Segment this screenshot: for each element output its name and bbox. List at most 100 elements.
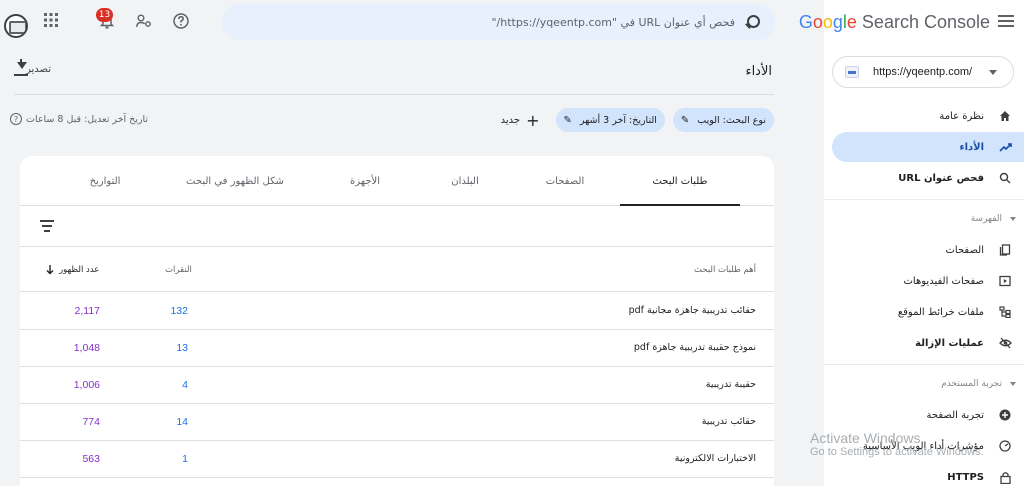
table-row[interactable]: حقائب تدريبية جاهزة مجانية pdf 132 2,117 (20, 293, 774, 330)
sidebar-item-page-experience[interactable]: تجربة الصفحة (834, 400, 1024, 430)
sidebar-item-video-pages[interactable]: صفحات الفيديوهات (834, 266, 1024, 296)
gauge-icon (998, 439, 1012, 453)
sidebar-item-pages[interactable]: الصفحات (834, 235, 1024, 265)
collapse-caret-icon (1010, 382, 1016, 386)
search-console-logo[interactable]: Google Search Console (799, 12, 990, 33)
sidebar-divider (824, 199, 1024, 200)
sidebar-divider (824, 364, 1024, 365)
url-inspection-search[interactable]: فحص أي عنوان URL في "https://yqeentp.com… (222, 4, 775, 40)
impressions-cell: 563 (82, 453, 100, 465)
plus-circle-icon (998, 408, 1012, 422)
impressions-cell: 1,048 (73, 342, 100, 354)
table-row[interactable]: حقيبة تدريبية 4 1,006 (20, 367, 774, 404)
search-type-filter-chip[interactable]: نوع البحث: الويب ✎ (672, 108, 774, 132)
chip-label: التاريخ: آخر 3 أشهر (579, 114, 657, 126)
clicks-cell: 132 (170, 305, 188, 317)
collapse-caret-icon (1010, 217, 1016, 221)
export-label: تصدير (26, 63, 52, 75)
sidebar-item-label: صفحات الفيديوهات (903, 275, 984, 287)
section-header-label: تجربة المستخدم (941, 379, 1002, 389)
sitemap-icon (998, 305, 1012, 319)
dimension-tabs: طلبات البحث الصفحات البلدان الأجهزة شكل … (20, 156, 774, 206)
new-filter-label: جديد (500, 114, 521, 126)
sidebar-item-overview[interactable]: نظرة عامة (834, 101, 1024, 131)
impressions-cell: 2,117 (74, 305, 101, 317)
tab-countries[interactable]: البلدان (415, 156, 515, 206)
sidebar-item-label: نظرة عامة (939, 110, 984, 122)
sidebar-item-label: الأداء (959, 141, 984, 153)
clicks-cell: 4 (182, 379, 188, 391)
sort-down-arrow-icon (46, 265, 54, 275)
column-header-clicks[interactable]: النقرات (165, 265, 192, 275)
filter-list-icon[interactable] (40, 220, 54, 232)
tab-queries[interactable]: طلبات البحث (620, 156, 740, 206)
sidebar: Google Search Console https://yqeentp.co… (799, 0, 1024, 486)
section-header-indexing[interactable]: الفهرسة (834, 209, 1024, 229)
performance-table-card: طلبات البحث الصفحات البلدان الأجهزة شكل … (20, 156, 774, 486)
title-divider (14, 94, 774, 95)
avatar[interactable] (4, 14, 28, 38)
sidebar-item-label: ملفات خرائط الموقع (897, 306, 984, 318)
home-icon (998, 109, 1012, 123)
eye-off-icon (998, 336, 1012, 350)
edit-pencil-icon: ✎ (680, 114, 690, 126)
query-cell: حقائب تدريبية (701, 416, 756, 427)
query-cell: الاختبارات الالكترونية (674, 453, 756, 464)
sidebar-item-performance[interactable]: الأداء (832, 132, 1024, 162)
tab-pages[interactable]: الصفحات (505, 156, 625, 206)
sidebar-item-label: الصفحات (945, 244, 984, 256)
export-button[interactable]: تصدير (14, 59, 59, 76)
logo-product-name: Search Console (861, 12, 990, 32)
table-row[interactable]: حقائب تدريبية 14 774 (20, 404, 774, 441)
clicks-cell: 14 (176, 416, 188, 428)
sidebar-item-label: تجربة الصفحة (926, 409, 984, 421)
column-header-impressions[interactable]: عدد الظهور (46, 265, 99, 275)
new-filter-button[interactable]: + جديد (501, 111, 540, 130)
lock-icon (998, 470, 1012, 484)
chip-label: نوع البحث: الويب (697, 114, 766, 126)
table-header: أهم طلبات البحث النقرات عدد الظهور (20, 248, 774, 292)
sidebar-item-sitemaps[interactable]: ملفات خرائط الموقع (834, 297, 1024, 327)
filter-bar: نوع البحث: الويب ✎ التاريخ: آخر 3 أشهر ✎… (501, 108, 774, 132)
search-icon (998, 171, 1012, 185)
date-filter-chip[interactable]: التاريخ: آخر 3 أشهر ✎ (555, 108, 665, 132)
sidebar-item-removals[interactable]: عمليات الإزالة (834, 328, 1024, 358)
sidebar-item-https[interactable]: HTTPS (834, 462, 1024, 486)
dropdown-caret-icon (989, 70, 997, 75)
watermark-line-1: Activate Windows (810, 430, 921, 446)
search-icon (745, 14, 761, 30)
tab-dates[interactable]: التواريخ (60, 156, 150, 206)
tab-devices[interactable]: الأجهزة (315, 156, 415, 206)
section-header-experience[interactable]: تجربة المستخدم (834, 374, 1024, 394)
help-icon[interactable] (169, 9, 193, 33)
impressions-cell: 774 (82, 416, 100, 428)
menu-icon[interactable] (998, 15, 1014, 29)
sidebar-item-url-inspection[interactable]: فحص عنوان URL (834, 163, 1024, 193)
table-row[interactable]: نموذج حقيبة تدريبية جاهزة pdf 13 1,048 (20, 330, 774, 367)
download-icon (14, 59, 28, 76)
query-cell: حقيبة تدريبية (705, 379, 756, 390)
windows-activation-watermark: Activate Windows Go to Settings to activ… (810, 430, 984, 458)
table-filter-row (20, 207, 774, 247)
notification-count-badge: 13 (96, 8, 113, 22)
impressions-cell: 1,006 (73, 379, 100, 391)
edit-pencil-icon: ✎ (563, 114, 572, 126)
sidebar-item-label: HTTPS (947, 471, 984, 483)
property-selector[interactable]: https://yqeentp.com/ (832, 56, 1014, 88)
users-settings-icon[interactable] (132, 9, 156, 33)
impressions-header-label: عدد الظهور (59, 265, 100, 275)
property-url: https://yqeentp.com/ (873, 66, 973, 78)
site-favicon-icon (845, 66, 859, 78)
sidebar-item-label: عمليات الإزالة (915, 337, 984, 349)
pages-icon (998, 243, 1012, 257)
watermark-line-2: Go to Settings to activate Windows. (810, 446, 984, 458)
sidebar-item-label: فحص عنوان URL (898, 172, 984, 184)
help-icon[interactable]: ? (10, 113, 22, 125)
last-updated: تاريخ آخر تعديل: قبل 8 ساعات ? (10, 113, 148, 125)
search-input[interactable]: فحص أي عنوان URL في "https://yqeentp.com… (492, 16, 736, 29)
main-content: الأداء تصدير نوع البحث: الويب ✎ التاريخ:… (0, 48, 790, 486)
table-row[interactable]: الاختبارات الالكترونية 1 563 (20, 441, 774, 478)
tab-search-appearance[interactable]: شكل الظهور في البحث (170, 156, 300, 206)
query-cell: حقائب تدريبية جاهزة مجانية pdf (628, 305, 756, 316)
apps-grid-icon[interactable] (39, 8, 63, 32)
